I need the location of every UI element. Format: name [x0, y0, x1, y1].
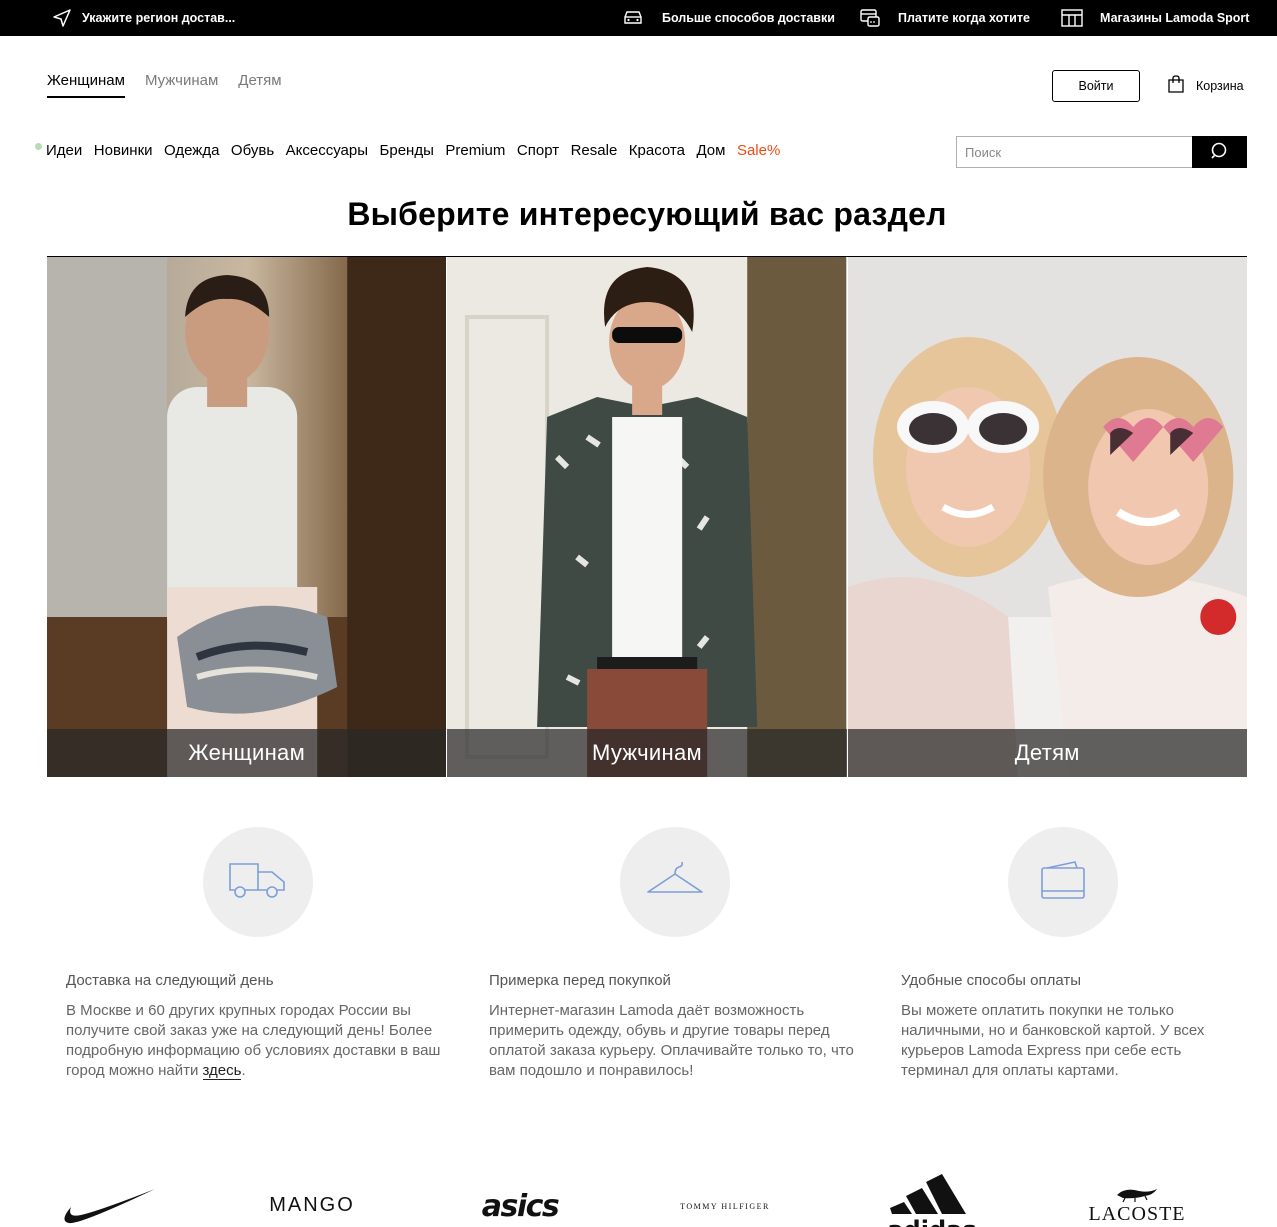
- feature-icon-delivery: [203, 827, 313, 937]
- brand-logo-tommy-hilfiger[interactable]: TOMMY HILFIGER: [670, 1196, 780, 1216]
- brand-logo-mango[interactable]: MANGO: [262, 1190, 362, 1220]
- feature-title-delivery: Доставка на следующий день: [66, 972, 274, 989]
- feature-text-delivery-tail: .: [241, 1062, 246, 1079]
- feature-title-fitting: Примерка перед покупкой: [489, 972, 671, 989]
- kids-section-photo: [847, 257, 1247, 777]
- nav-item-sport[interactable]: Спорт: [517, 142, 559, 159]
- page-title: Выберите интересующий вас раздел: [347, 196, 947, 232]
- location-arrow-icon: [52, 8, 72, 28]
- region-selector[interactable]: Укажите регион достав...: [52, 0, 235, 36]
- nav-item-premium[interactable]: Premium: [445, 142, 505, 159]
- mango-wordmark: MANGO: [269, 1193, 355, 1216]
- cart-link[interactable]: Корзина: [1166, 74, 1244, 97]
- women-section-photo: [47, 257, 447, 777]
- category-nav: Идеи Новинки Одежда Обувь Аксессуары Бре…: [35, 142, 792, 159]
- store-icon: [1061, 9, 1083, 27]
- lacoste-wordmark: LACOSTE: [1088, 1202, 1186, 1225]
- adidas-wordmark: adidas: [887, 1216, 976, 1227]
- nav-item-new[interactable]: Новинки: [94, 142, 153, 159]
- nav-item-accessories[interactable]: Аксессуары: [286, 142, 368, 159]
- payment-terminal-icon: [859, 8, 881, 28]
- nav-item-clothing[interactable]: Одежда: [164, 142, 219, 159]
- search-icon: [1210, 141, 1230, 164]
- stores-link[interactable]: Магазины Lamoda Sport: [1061, 0, 1249, 36]
- payment-options-link[interactable]: Платите когда хотите: [859, 0, 1030, 36]
- delivery-options-label: Больше способов доставки: [662, 11, 835, 25]
- tab-men[interactable]: Мужчинам: [145, 72, 218, 98]
- asics-wordmark: asics: [481, 1189, 560, 1224]
- men-section-photo: [447, 257, 847, 777]
- nav-item-sale[interactable]: Sale%: [737, 142, 780, 159]
- shopping-bag-icon: [1166, 74, 1186, 97]
- nav-item-shoes[interactable]: Обувь: [231, 142, 274, 159]
- feature-title-payment: Удобные способы оплаты: [901, 972, 1082, 989]
- feature-delivery: Доставка на следующий день В Москве и 60…: [66, 972, 446, 1081]
- login-button[interactable]: Войти: [1052, 70, 1140, 102]
- brand-logo-adidas[interactable]: adidas: [880, 1172, 984, 1227]
- feature-text-delivery-body: В Москве и 60 других крупных городах Рос…: [66, 1002, 441, 1079]
- feature-icon-payment: [1008, 827, 1118, 937]
- nav-item-home[interactable]: Дом: [696, 142, 725, 159]
- section-card-kids[interactable]: Детям: [847, 257, 1247, 777]
- nike-swoosh-logo: [64, 1188, 155, 1223]
- delivery-options-link[interactable]: Больше способов доставки: [622, 0, 835, 36]
- region-label: Укажите регион достав...: [82, 11, 236, 25]
- stores-label: Магазины Lamoda Sport: [1100, 11, 1250, 25]
- cart-label: Корзина: [1196, 78, 1244, 93]
- section-label-women: Женщинам: [47, 729, 447, 777]
- car-icon: [622, 10, 644, 26]
- section-card-men[interactable]: Мужчинам: [447, 257, 847, 777]
- feature-icon-fitting: [620, 827, 730, 937]
- tab-kids[interactable]: Детям: [238, 72, 281, 98]
- new-indicator-dot: [35, 143, 42, 150]
- tommy-hilfiger-wordmark: TOMMY HILFIGER: [680, 1201, 770, 1211]
- feature-text-delivery: В Москве и 60 других крупных городах Рос…: [66, 1001, 446, 1081]
- gender-tabs: Женщинам Мужчинам Детям: [47, 72, 282, 98]
- hanger-icon: [645, 861, 705, 903]
- wallet-icon: [1039, 858, 1087, 907]
- search-bar: [956, 136, 1247, 168]
- nav-item-ideas[interactable]: Идеи: [46, 142, 82, 159]
- tab-women[interactable]: Женщинам: [47, 72, 125, 98]
- crocodile-logo-icon: [1117, 1188, 1157, 1202]
- feature-text-payment: Вы можете оплатить покупки не только нал…: [901, 1002, 1205, 1079]
- section-card-women[interactable]: Женщинам: [47, 257, 447, 777]
- delivery-details-link[interactable]: здесь: [202, 1062, 242, 1080]
- nav-item-resale[interactable]: Resale: [571, 142, 618, 159]
- search-input[interactable]: [956, 136, 1192, 168]
- brand-logo-lacoste[interactable]: LACOSTE: [1082, 1182, 1192, 1227]
- section-label-men: Мужчинам: [447, 729, 847, 777]
- delivery-truck-icon: [228, 860, 288, 905]
- section-label-kids: Детям: [847, 729, 1247, 777]
- feature-fitting: Примерка перед покупкой Интернет-магазин…: [489, 972, 869, 1081]
- brand-logo-nike[interactable]: [58, 1182, 158, 1227]
- feature-payment: Удобные способы оплаты Вы можете оплатит…: [901, 972, 1231, 1081]
- nav-item-beauty[interactable]: Красота: [629, 142, 685, 159]
- search-button[interactable]: [1192, 136, 1247, 168]
- section-cards: Женщинам Мужчинам Детям: [47, 257, 1247, 777]
- nav-item-brands[interactable]: Бренды: [380, 142, 434, 159]
- payment-options-label: Платите когда хотите: [898, 11, 1030, 25]
- feature-text-fitting: Интернет-магазин Lamoda даёт возможность…: [489, 1002, 854, 1079]
- top-bar: Укажите регион достав... Больше способов…: [0, 0, 1277, 36]
- brand-logo-asics[interactable]: asics: [468, 1186, 572, 1227]
- adidas-performance-logo: adidas: [887, 1174, 977, 1227]
